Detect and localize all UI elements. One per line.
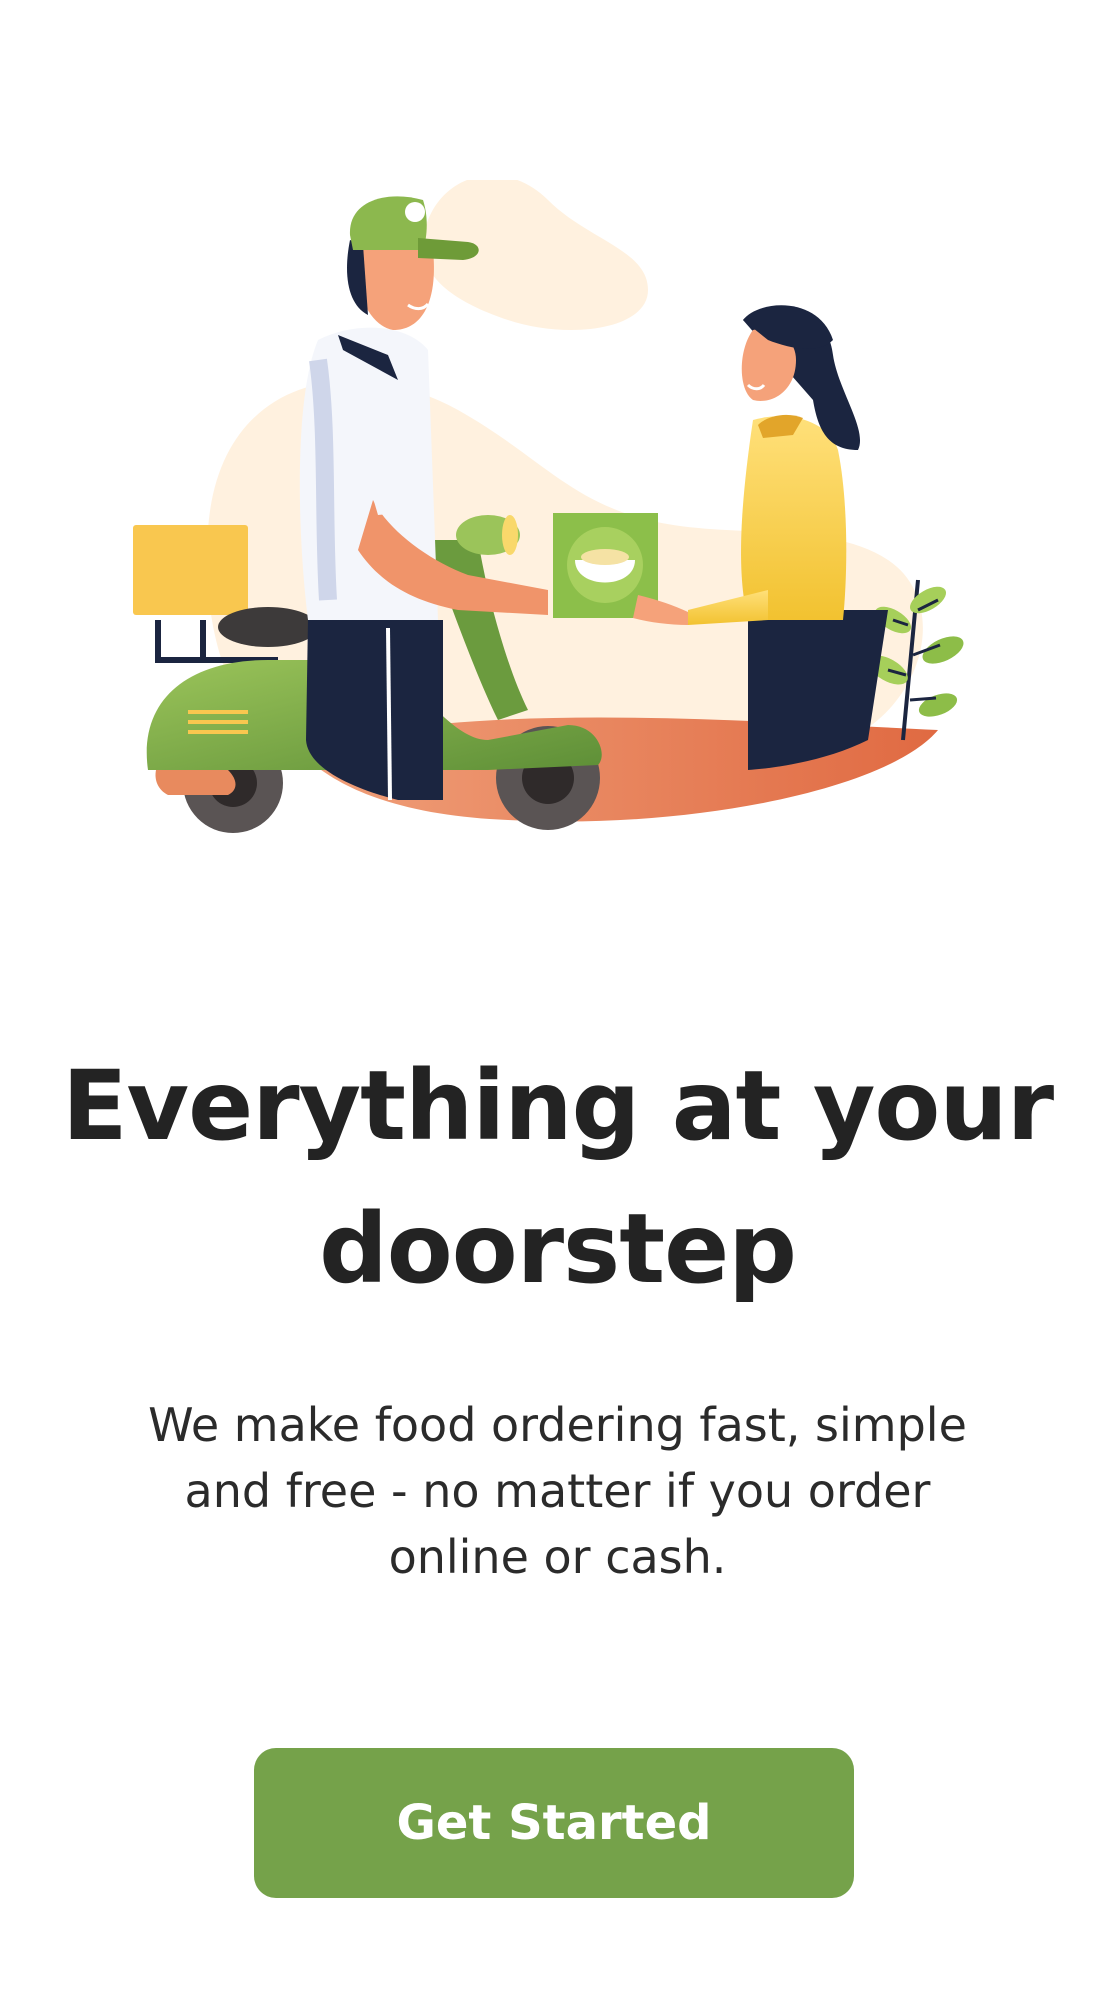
get-started-button[interactable]: Get Started	[254, 1748, 854, 1898]
page-title: Everything at your doorstep	[61, 1050, 1054, 1305]
delivery-illustration	[128, 180, 998, 860]
page-subtitle: We make food ordering fast, simple and f…	[148, 1398, 967, 1584]
delivery-scene-image	[133, 180, 964, 833]
onboarding-screen: Everything at your doorstep We make food…	[0, 0, 1115, 2015]
